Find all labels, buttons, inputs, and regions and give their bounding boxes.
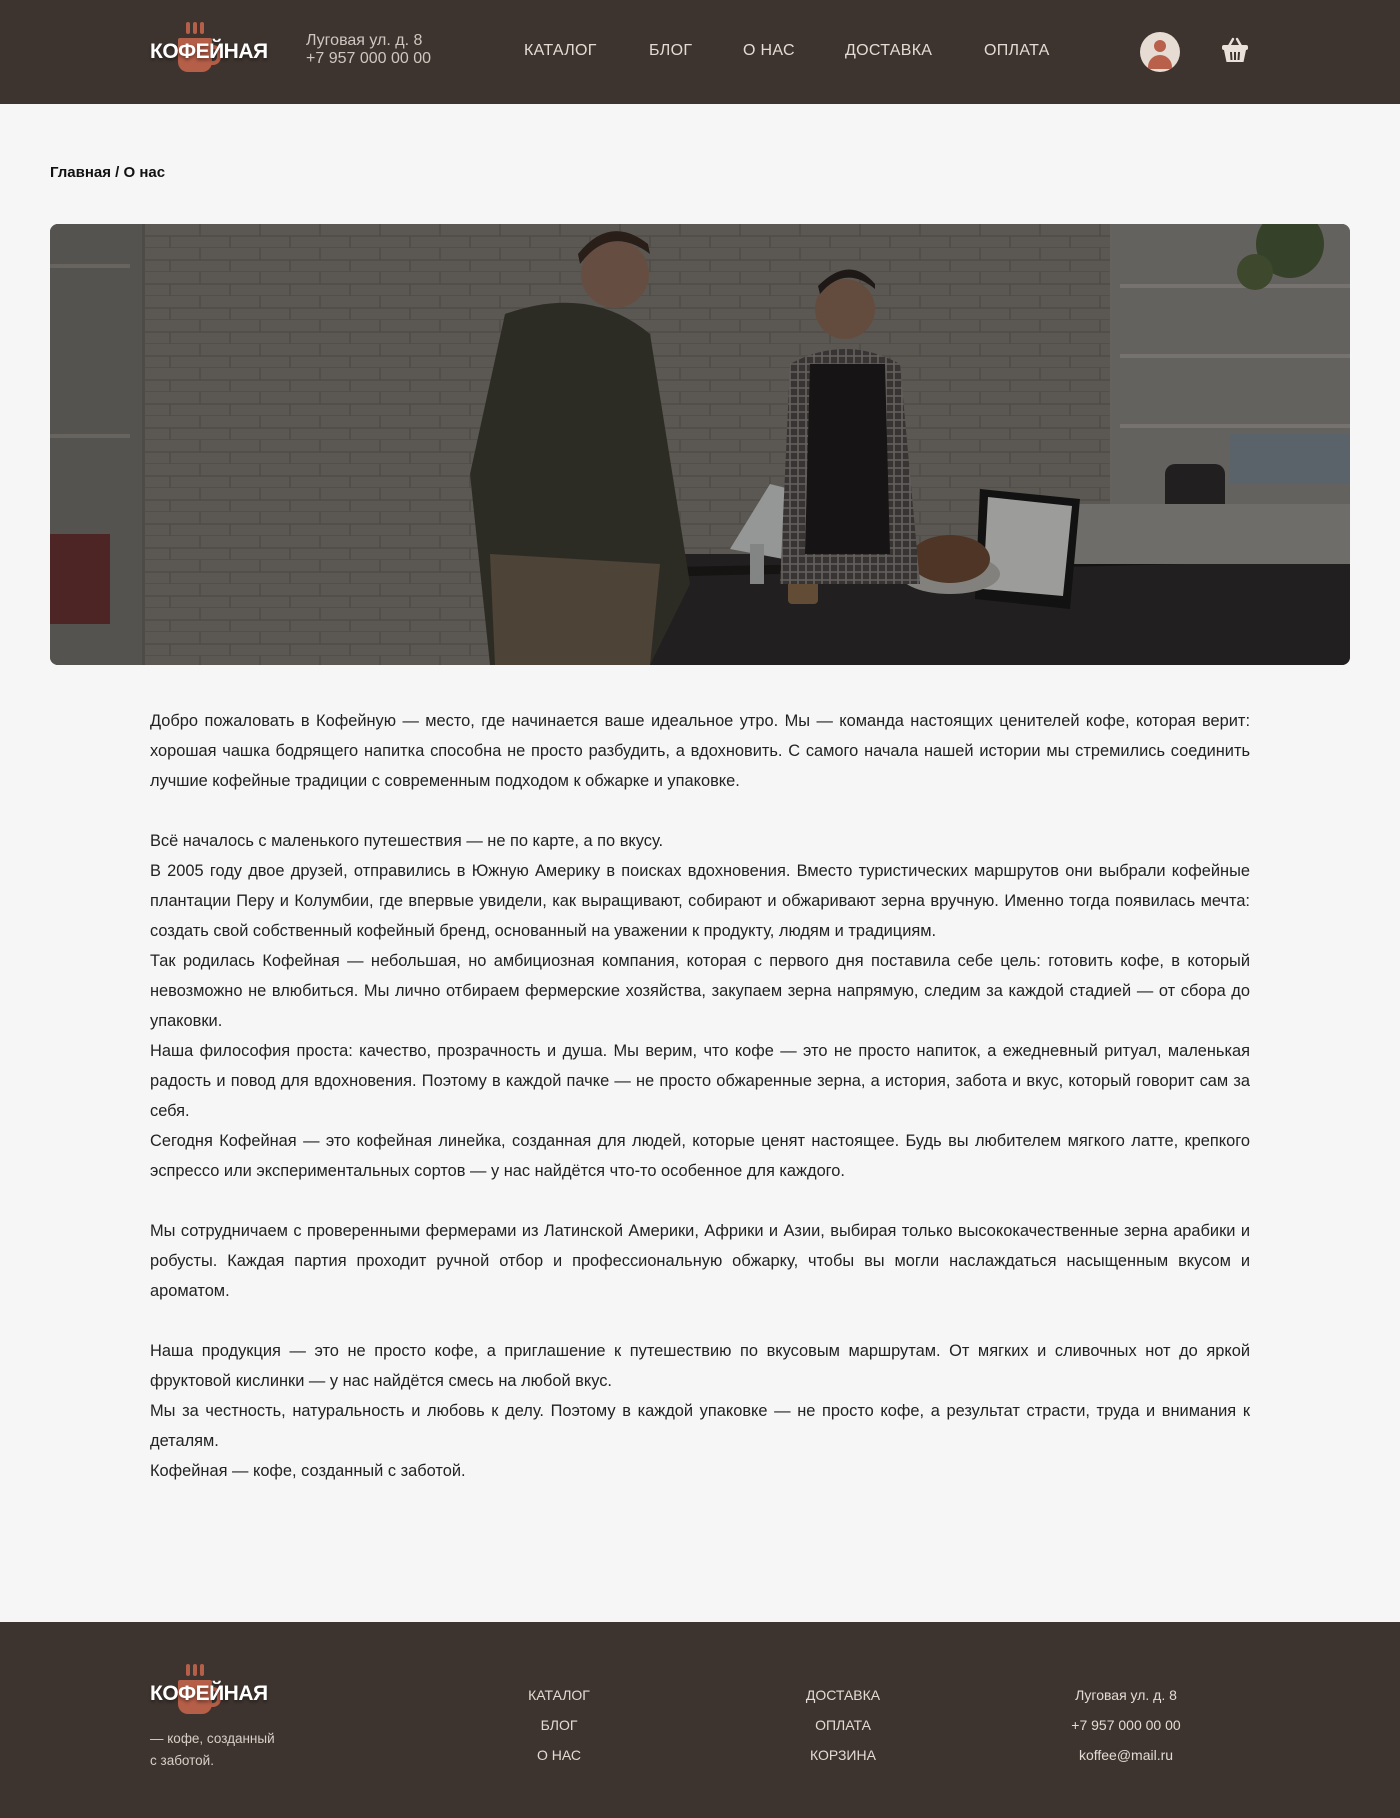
about-article: Добро пожаловать в Кофейную — место, где…: [150, 706, 1250, 1486]
footer-link-payment[interactable]: ОПЛАТА: [733, 1710, 953, 1740]
footer-tagline: — кофе, созданный с заботой.: [150, 1728, 310, 1772]
nav-payment[interactable]: ОПЛАТА: [984, 42, 1050, 60]
footer-link-cart[interactable]: КОРЗИНА: [733, 1740, 953, 1770]
footer-link-about[interactable]: О НАС: [449, 1740, 669, 1770]
steam-icon: [200, 22, 204, 34]
user-head-shape: [1154, 40, 1166, 52]
hero-image: [50, 224, 1350, 665]
footer-link-delivery[interactable]: ДОСТАВКА: [733, 1680, 953, 1710]
basket-icon[interactable]: [1220, 36, 1250, 64]
tagline-line: с заботой.: [150, 1753, 214, 1768]
nav-delivery[interactable]: ДОСТАВКА: [845, 42, 932, 60]
footer-nav-col-1: КАТАЛОГ БЛОГ О НАС: [449, 1680, 669, 1770]
nav-blog[interactable]: БЛОГ: [649, 42, 692, 60]
steam-icon: [200, 1664, 204, 1676]
breadcrumb-current: О нас: [123, 164, 166, 181]
footer-nav-col-2: ДОСТАВКА ОПЛАТА КОРЗИНА: [733, 1680, 953, 1770]
article-paragraph: В 2005 году двое друзей, отправились в Ю…: [150, 862, 1250, 940]
nav-catalog[interactable]: КАТАЛОГ: [524, 42, 597, 60]
article-paragraph: Так родилась Кофейная — небольшая, но ам…: [150, 952, 1250, 1030]
steam-icon: [193, 1664, 197, 1676]
steam-icon: [186, 22, 190, 34]
site-footer: КОФЕЙНАЯ — кофе, созданный с заботой. КА…: [0, 1622, 1400, 1818]
article-paragraph: Всё началось с маленького путешествия — …: [150, 832, 664, 850]
footer-link-blog[interactable]: БЛОГ: [449, 1710, 669, 1740]
footer-phone[interactable]: +7 957 000 00 00: [1016, 1710, 1236, 1740]
header-phone[interactable]: +7 957 000 00 00: [306, 50, 431, 68]
breadcrumb: Главная / О нас: [50, 164, 165, 181]
article-paragraph: Кофейная — кофе, созданный с заботой.: [150, 1462, 466, 1480]
user-icon[interactable]: [1140, 32, 1180, 72]
footer-link-catalog[interactable]: КАТАЛОГ: [449, 1680, 669, 1710]
breadcrumb-separator: /: [111, 164, 124, 181]
footer-address: Луговая ул. д. 8: [1075, 1687, 1177, 1703]
header-contacts: Луговая ул. д. 8 +7 957 000 00 00: [306, 32, 431, 68]
article-paragraph: Мы сотрудничаем с проверенными фермерами…: [150, 1222, 1250, 1300]
site-header: КОФЕЙНАЯ Луговая ул. д. 8 +7 957 000 00 …: [0, 0, 1400, 104]
footer-logo[interactable]: КОФЕЙНАЯ: [150, 1664, 268, 1720]
footer-email[interactable]: koffee@mail.ru: [1016, 1740, 1236, 1770]
article-paragraph: Наша продукция — это не просто кофе, а п…: [150, 1342, 1250, 1390]
footer-contacts: Луговая ул. д. 8 +7 957 000 00 00 koffee…: [1016, 1680, 1236, 1770]
logo-text: КОФЕЙНАЯ: [150, 40, 268, 63]
nav-about[interactable]: О НАС: [743, 42, 795, 60]
steam-icon: [193, 22, 197, 34]
article-paragraph: Наша философия проста: качество, прозрач…: [150, 1042, 1250, 1120]
tagline-line: — кофе, созданный: [150, 1731, 275, 1746]
article-paragraph: Мы за честность, натуральность и любовь …: [150, 1402, 1250, 1450]
user-body-shape: [1148, 55, 1172, 69]
header-logo[interactable]: КОФЕЙНАЯ: [150, 22, 268, 78]
article-paragraph: Добро пожаловать в Кофейную — место, где…: [150, 712, 1250, 790]
logo-text: КОФЕЙНАЯ: [150, 1682, 268, 1705]
breadcrumb-home[interactable]: Главная: [50, 164, 111, 181]
steam-icon: [186, 1664, 190, 1676]
article-paragraph: Сегодня Кофейная — это кофейная линейка,…: [150, 1132, 1250, 1180]
header-address: Луговая ул. д. 8: [306, 32, 423, 49]
